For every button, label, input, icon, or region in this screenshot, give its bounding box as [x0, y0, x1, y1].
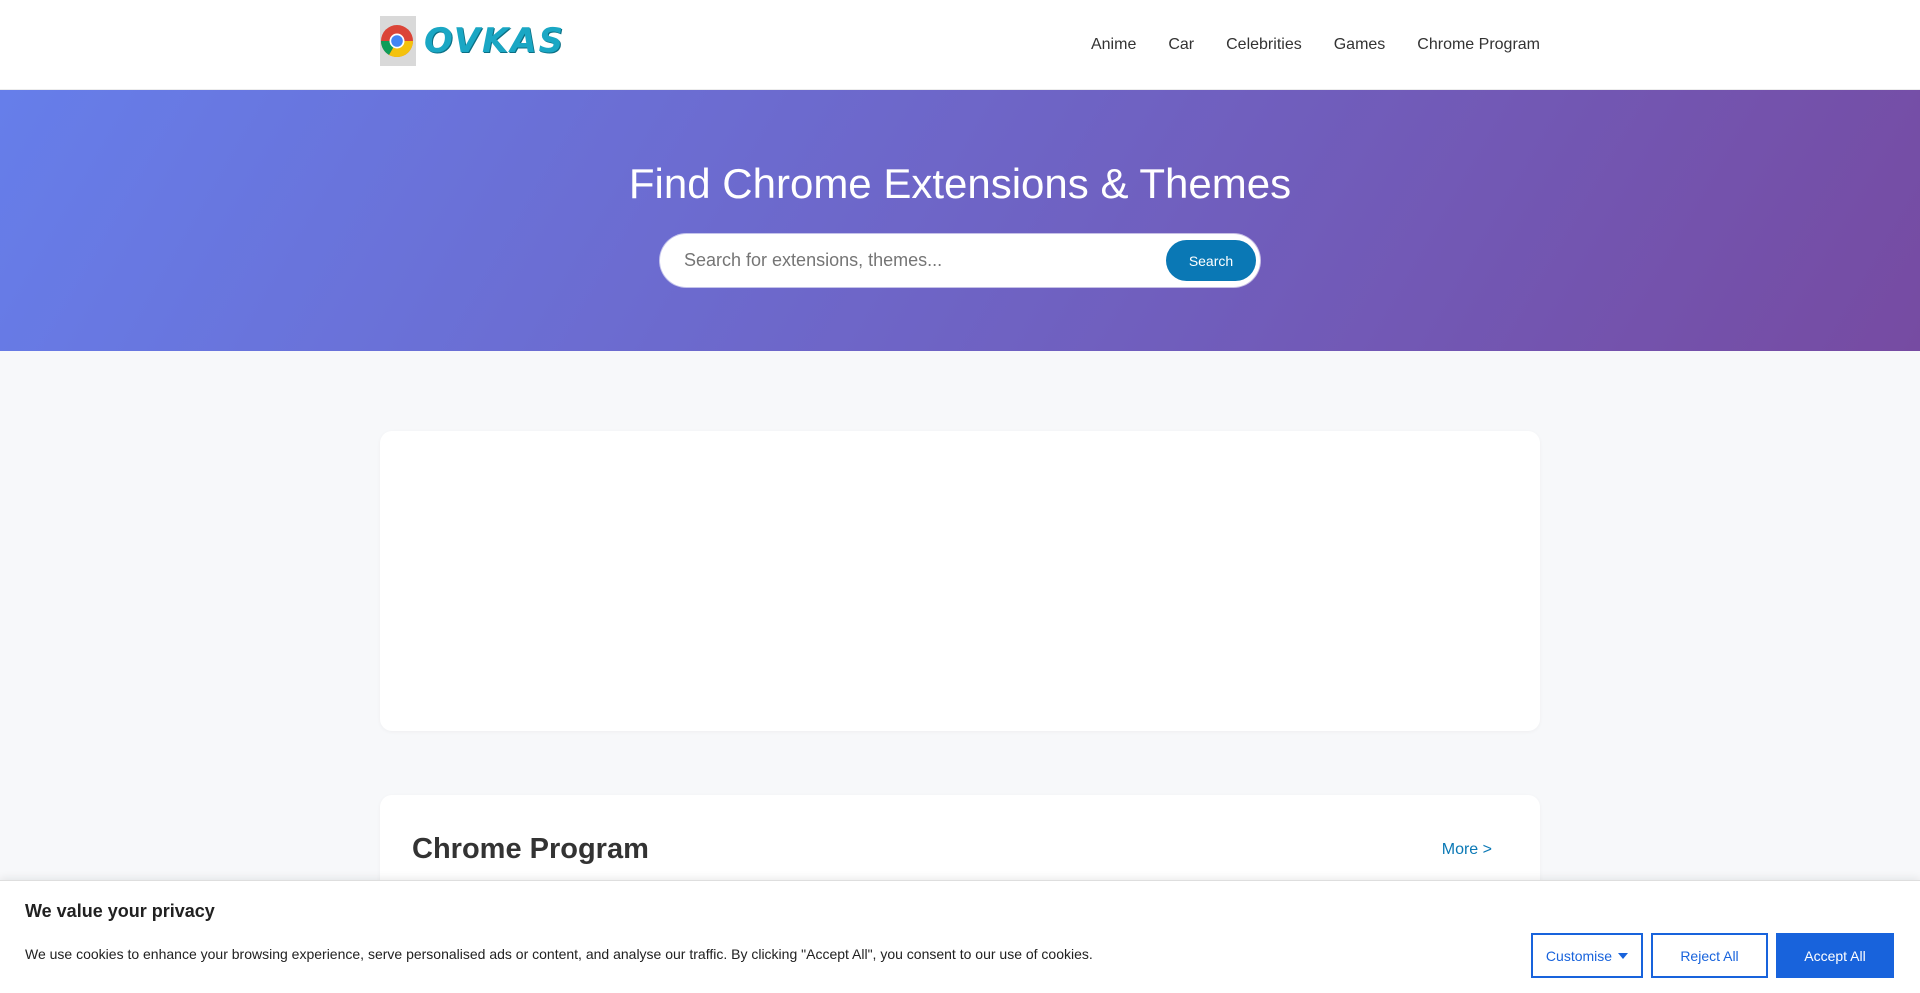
search-form: Search: [660, 234, 1260, 287]
search-button[interactable]: Search: [1166, 240, 1256, 281]
caret-down-icon: [1618, 952, 1629, 959]
customise-button[interactable]: Customise: [1531, 933, 1643, 978]
nav-item-car[interactable]: Car: [1168, 36, 1194, 54]
site-logo[interactable]: OVKAS: [380, 16, 565, 66]
nav-item-anime[interactable]: Anime: [1091, 36, 1136, 54]
site-header: OVKAS Anime Car Celebrities Games Chrome…: [0, 0, 1920, 90]
hero-banner: Find Chrome Extensions & Themes Search: [0, 90, 1920, 351]
logo-wordmark: OVKAS: [424, 21, 566, 61]
reject-all-button[interactable]: Reject All: [1651, 933, 1768, 978]
ad-container: [380, 431, 1540, 731]
hero-title: Find Chrome Extensions & Themes: [628, 160, 1292, 207]
header-inner: OVKAS Anime Car Celebrities Games Chrome…: [380, 0, 1540, 90]
nav-item-chrome-program[interactable]: Chrome Program: [1417, 36, 1540, 54]
accept-all-button[interactable]: Accept All: [1776, 933, 1894, 978]
nav-item-celebrities[interactable]: Celebrities: [1226, 36, 1302, 54]
chrome-logo-icon: [380, 16, 416, 66]
more-link[interactable]: More >: [1442, 841, 1492, 859]
cookie-consent-banner: We value your privacy We use cookies to …: [0, 880, 1920, 993]
customise-label: Customise: [1545, 947, 1613, 964]
section-title: Chrome Program: [412, 833, 649, 865]
cookie-title: We value your privacy: [25, 901, 215, 921]
search-input[interactable]: [684, 238, 1164, 283]
cookie-description: We use cookies to enhance your browsing …: [25, 946, 1093, 962]
main-nav: Anime Car Celebrities Games Chrome Progr…: [1091, 0, 1540, 90]
nav-item-games[interactable]: Games: [1334, 36, 1386, 54]
